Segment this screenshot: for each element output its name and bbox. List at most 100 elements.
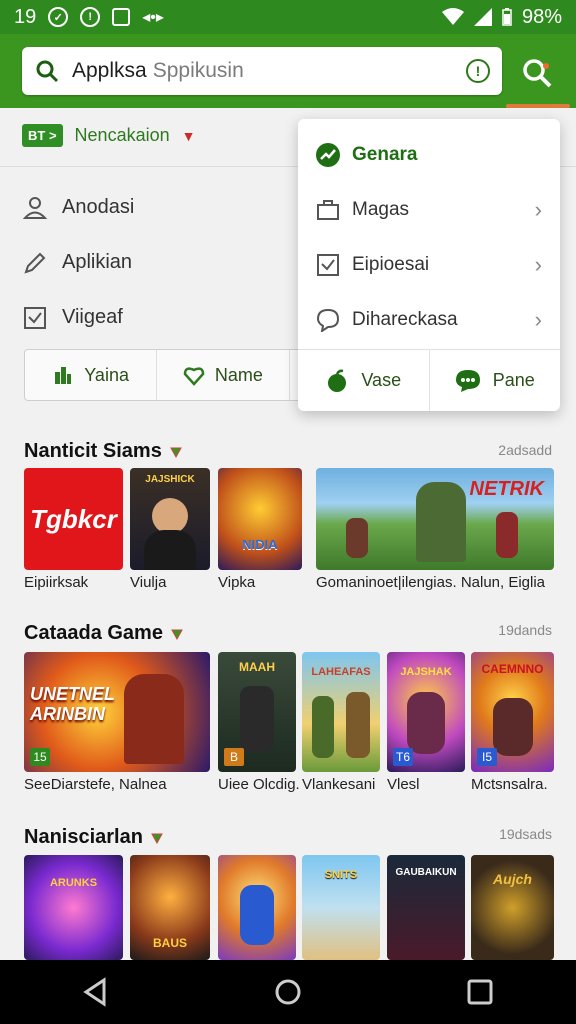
game-tile[interactable]: UNETNEL ARINBIN 15: [24, 652, 210, 772]
chart-icon: [55, 367, 72, 384]
game-tile[interactable]: GAUBAIKUN: [387, 855, 465, 960]
dropdown-item-label: Dihareckasa: [352, 308, 458, 330]
tile-caption: Vlankesani: [302, 776, 376, 793]
menu-item-label: Aplikian: [62, 251, 133, 273]
tile-caption: Mctsnsalra.: [471, 776, 548, 793]
dropdown-header[interactable]: Genara: [298, 127, 560, 182]
battery-icon: [502, 8, 512, 26]
message-icon: [455, 369, 480, 392]
game-tile[interactable]: [218, 855, 296, 960]
filter-row[interactable]: BT > Nencakaion ▼: [22, 124, 195, 147]
info-icon[interactable]: !: [466, 59, 490, 83]
chevron-down-icon[interactable]: ▼: [182, 128, 196, 144]
game-tile[interactable]: Tgbkcr: [24, 468, 123, 570]
game-tile[interactable]: CAEMNNO I5: [471, 652, 554, 772]
square-icon: [112, 8, 131, 26]
badge-icon: [171, 629, 183, 640]
dropdown-item-magas[interactable]: Magas ›: [298, 182, 560, 237]
tile-text: LAHEAFAS: [311, 666, 371, 678]
game-tile[interactable]: NIDIA: [218, 468, 302, 570]
menu-item-aplikian[interactable]: Aplikian: [22, 235, 134, 290]
tile-text: CAEMNNO: [481, 662, 544, 676]
dropdown-header-label: Genara: [352, 143, 418, 165]
section-title[interactable]: Nanticit Siams: [24, 440, 182, 463]
tile-text: JAJSHICK: [145, 474, 195, 485]
app-bar: Applksa Sppikusin !: [0, 34, 576, 108]
tile-text: JAJSHAK: [400, 666, 452, 678]
dropdown-item-label: Eipioesai: [352, 253, 430, 275]
game-tile[interactable]: Aujch: [471, 855, 554, 960]
signal-icon: [473, 8, 492, 26]
dropdown-menu: Genara Magas › Eipioesai › Dihareckasa ›…: [298, 119, 560, 411]
tile-text: SNITS: [324, 869, 358, 881]
section-count: 2adsadd: [498, 442, 552, 458]
tile-caption: Viulja: [130, 574, 167, 591]
battery-level: 98%: [521, 5, 562, 28]
search-placeholder[interactable]: Sppikusin: [153, 59, 244, 83]
tile-caption: SeeDiarstefe, Nalnea: [24, 776, 167, 793]
home-icon[interactable]: [268, 972, 308, 1012]
dropdown-item-dihareckasa[interactable]: Dihareckasa ›: [298, 292, 560, 347]
badge-icon: [151, 833, 163, 844]
side-menu: Anodasi Aplikian Viigeaf: [22, 180, 134, 345]
rating-badge: T6: [393, 748, 413, 766]
tab-yaina[interactable]: Yaina: [25, 350, 158, 400]
pane-button[interactable]: Pane: [428, 350, 561, 411]
tile-text: MAAH: [239, 660, 275, 674]
tile-text: UNETNEL ARINBIN: [30, 684, 115, 724]
vase-button[interactable]: Vase: [298, 350, 429, 411]
tab-label: Yaina: [84, 364, 129, 385]
game-tile[interactable]: LAHEAFAS: [302, 652, 380, 772]
pen-icon: [24, 252, 46, 274]
tile-caption: Gomaninoet|ilengias. Nalun, Eiglia: [316, 574, 546, 591]
chat-icon: [316, 308, 340, 332]
tab-label: Name: [214, 364, 263, 385]
game-tile[interactable]: JAJSHAK T6: [387, 652, 465, 772]
section-count: 19dands: [498, 622, 552, 638]
chevron-right-icon: ›: [534, 196, 542, 222]
tile-text: BAUS: [152, 936, 187, 950]
section-title[interactable]: Nanisciarlan: [24, 826, 163, 849]
game-tile[interactable]: ARUNKS: [24, 855, 123, 960]
search-icon: [36, 60, 59, 83]
chevron-right-icon: ›: [534, 251, 542, 277]
search-bar[interactable]: Applksa Sppikusin !: [22, 47, 502, 95]
tile-caption: Vipka: [218, 574, 256, 591]
tile-caption: Uiee Olcdig.: [218, 776, 300, 793]
tile-text: NIDIA: [242, 537, 278, 552]
section-title-text: Cataada Game: [24, 622, 163, 644]
search-button-icon[interactable]: [520, 56, 554, 90]
filter-label[interactable]: Nencakaion: [75, 125, 170, 146]
pane-label: Pane: [492, 370, 535, 390]
tile-text: NETRIK: [469, 478, 544, 500]
badge-icon: [169, 447, 182, 458]
menu-item-viigeaf[interactable]: Viigeaf: [22, 290, 134, 345]
search-value[interactable]: Applksa: [72, 59, 147, 83]
dropdown-item-label: Magas: [352, 198, 410, 220]
dropdown-item-eipioesai[interactable]: Eipioesai ›: [298, 237, 560, 292]
game-tile[interactable]: MAAH B: [218, 652, 296, 772]
tile-caption: Eipiirksak: [24, 574, 89, 591]
tab-name[interactable]: Name: [157, 350, 290, 400]
rating-badge: 15: [30, 748, 50, 766]
game-tile[interactable]: SNITS: [302, 855, 380, 960]
apple-icon: [328, 369, 347, 392]
bolt-icon: !: [80, 7, 101, 27]
rating-badge: B: [224, 748, 244, 766]
menu-item-label: Anodasi: [62, 196, 135, 218]
vase-label: Vase: [361, 370, 402, 390]
game-tile[interactable]: BAUS: [130, 855, 210, 960]
tile-text: ARUNKS: [49, 877, 98, 889]
menu-item-anodasi[interactable]: Anodasi: [22, 180, 134, 235]
game-tile[interactable]: NETRIK: [316, 468, 554, 570]
tile-caption: Vlesl: [387, 776, 420, 793]
section-title[interactable]: Cataada Game: [24, 622, 183, 645]
circle-check-icon: ✓: [48, 7, 69, 27]
game-tile[interactable]: JAJSHICK: [130, 468, 210, 570]
back-icon[interactable]: [76, 972, 116, 1012]
recents-icon[interactable]: [460, 972, 500, 1012]
filter-chip[interactable]: BT >: [22, 124, 63, 147]
checkbox-icon: [317, 253, 339, 276]
dropdown-footer: Vase Pane: [298, 350, 560, 411]
section-count: 19dsads: [499, 826, 552, 842]
